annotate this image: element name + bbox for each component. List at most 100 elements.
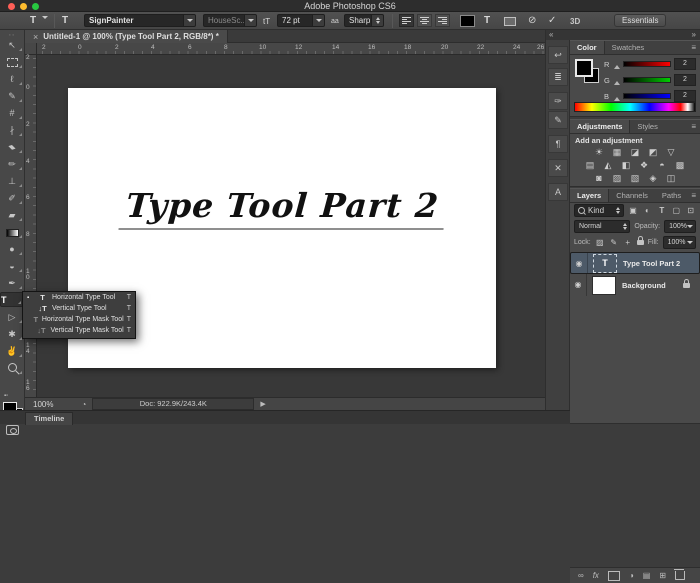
type-layer-thumbnail[interactable]: T — [593, 253, 617, 273]
new-group-icon[interactable]: ▤ — [643, 571, 651, 580]
delete-layer-icon[interactable] — [674, 569, 686, 580]
fill-field[interactable]: 100% — [662, 236, 696, 249]
warp-text-icon[interactable]: T — [484, 15, 490, 26]
eraser-tool[interactable]: ▰ — [0, 208, 24, 223]
slider-marker-icon[interactable] — [614, 62, 620, 69]
background-layer-thumbnail[interactable] — [592, 275, 616, 295]
menu-item-horizontal-type-tool[interactable]: ▪ T Horizontal Type Tool T — [23, 292, 135, 303]
lock-position-icon[interactable]: + — [623, 238, 633, 247]
healing-brush-tool[interactable]: ▰ — [0, 140, 24, 155]
tool-preset-icon[interactable]: T — [30, 15, 36, 26]
tab-styles[interactable]: Styles — [630, 120, 664, 133]
posterize-icon[interactable]: ▨ — [611, 173, 624, 184]
cancel-edits-icon[interactable]: ⊘ — [528, 15, 536, 26]
chevron-down-icon[interactable] — [183, 15, 195, 26]
tab-timeline[interactable]: Timeline — [25, 412, 74, 425]
red-slider[interactable] — [623, 61, 671, 67]
status-options-arrow-icon[interactable]: ▶ — [260, 400, 265, 408]
chevron-down-icon[interactable] — [244, 15, 256, 26]
lock-all-icon[interactable] — [636, 236, 644, 245]
channel-mixer-icon[interactable]: ◓ — [656, 160, 669, 171]
brush-tool[interactable]: ✏ — [0, 157, 24, 172]
updown-arrows-icon[interactable] — [371, 15, 383, 26]
threshold-icon[interactable]: ▧ — [629, 173, 642, 184]
path-selection-tool[interactable]: ▷ — [0, 310, 24, 325]
slider-marker-icon[interactable] — [614, 78, 620, 85]
gradient-tool[interactable] — [0, 225, 24, 240]
workspace-switcher[interactable]: Essentials — [614, 14, 667, 27]
layer-row-type-tool-part-2[interactable]: ◉ T Type Tool Part 2 — [570, 252, 700, 274]
history-panel-icon[interactable]: ↩ — [548, 46, 568, 64]
tab-swatches[interactable]: Swatches — [605, 41, 652, 54]
character-panel-icon[interactable]: A — [548, 183, 568, 201]
smart-object-filter-icon[interactable]: ⊡ — [686, 206, 696, 215]
layer-row-background[interactable]: ◉ Background — [570, 274, 700, 296]
font-family-select[interactable]: SignPainter — [84, 14, 196, 27]
brush-panel-icon[interactable]: ✑ — [548, 92, 568, 110]
blend-mode-select[interactable]: Normal — [574, 220, 631, 233]
dodge-tool[interactable]: ◒ — [0, 259, 24, 274]
text-color-swatch[interactable] — [460, 15, 475, 27]
anti-alias-select[interactable]: Sharp — [344, 14, 384, 27]
history-brush-tool[interactable]: ✐ — [0, 191, 24, 206]
new-layer-icon[interactable]: ⊞ — [659, 571, 666, 580]
canvas-viewport[interactable]: Type Tool Part 2 — [37, 55, 545, 397]
levels-icon[interactable]: ▦ — [611, 147, 624, 158]
quick-selection-tool[interactable]: ✎ — [0, 89, 24, 104]
crop-tool[interactable]: # — [0, 106, 24, 121]
brightness-contrast-icon[interactable]: ☀ — [593, 147, 606, 158]
commit-edits-icon[interactable]: ✓ — [548, 15, 556, 26]
blur-tool[interactable]: ● — [0, 242, 24, 257]
adjustment-layer-filter-icon[interactable]: ◐ — [642, 206, 652, 215]
zoom-tool[interactable] — [0, 361, 24, 376]
gradient-map-icon[interactable]: ◈ — [647, 173, 660, 184]
photo-filter-icon[interactable]: ❖ — [638, 160, 651, 171]
color-lookup-icon[interactable]: ▩ — [674, 160, 687, 171]
document-tab[interactable]: × Untitled-1 @ 100% (Type Tool Part 2, R… — [25, 30, 228, 43]
pixel-layer-filter-icon[interactable]: ▣ — [628, 206, 638, 215]
selective-color-icon[interactable]: ◫ — [665, 173, 678, 184]
tab-layers[interactable]: Layers — [570, 189, 610, 202]
zoom-level-field[interactable]: 100% — [33, 400, 53, 409]
vertical-ruler[interactable]: 2 0 2 4 6 8 1 0 1 2 1 4 1 6 — [25, 54, 37, 397]
font-size-select[interactable]: 72 pt — [277, 14, 325, 27]
hand-tool[interactable]: ✌ — [0, 344, 24, 359]
collapse-dock-icon[interactable]: » — [570, 30, 700, 40]
menu-item-vertical-type-tool[interactable]: ↓T Vertical Type Tool T — [23, 303, 135, 314]
close-tab-icon[interactable]: × — [33, 32, 38, 42]
tool-preset-dropdown[interactable] — [42, 16, 48, 31]
clone-stamp-tool[interactable]: ⊥ — [0, 174, 24, 189]
brush-presets-panel-icon[interactable]: ✎ — [548, 111, 568, 129]
color-panel-swatches[interactable] — [575, 59, 599, 83]
curves-icon[interactable]: ◪ — [629, 147, 642, 158]
default-colors-icon[interactable]: ▪▫ — [4, 393, 20, 401]
new-adjustment-layer-icon[interactable]: ◑ — [629, 571, 634, 580]
align-right-button[interactable] — [435, 14, 450, 27]
horizontal-ruler[interactable]: 2 0 2 4 6 8 10 12 14 16 18 20 22 24 26 — [37, 43, 545, 55]
tab-channels[interactable]: Channels — [609, 189, 655, 202]
layer-name[interactable]: Background — [622, 281, 683, 290]
properties-panel-icon[interactable]: ≣ — [548, 68, 568, 86]
tool-presets-panel-icon[interactable]: ✕ — [548, 159, 568, 177]
eye-icon[interactable]: ◉ — [571, 253, 588, 273]
tab-color[interactable]: Color — [570, 41, 605, 54]
rectangular-marquee-tool[interactable] — [0, 55, 24, 70]
green-slider[interactable] — [623, 77, 671, 83]
text-orientation-icon[interactable]: T — [62, 15, 68, 26]
panel-menu-icon[interactable]: ≡ — [691, 41, 700, 54]
layer-name[interactable]: Type Tool Part 2 — [623, 259, 699, 268]
3d-button[interactable]: 3D — [570, 17, 580, 26]
slider-marker-icon[interactable] — [614, 94, 620, 101]
align-left-button[interactable] — [399, 14, 414, 27]
quick-mask-icon[interactable] — [6, 425, 19, 435]
eyedropper-tool[interactable]: ∤ — [0, 123, 24, 138]
panel-menu-icon[interactable]: ≡ — [691, 120, 700, 133]
layer-style-icon[interactable]: fx — [593, 571, 599, 580]
blue-slider[interactable] — [623, 93, 671, 99]
color-balance-icon[interactable]: ◭ — [602, 160, 615, 171]
chevron-down-icon[interactable] — [312, 15, 324, 26]
red-value-field[interactable]: 2 — [674, 58, 696, 70]
menu-item-horizontal-type-mask-tool[interactable]: T Horizontal Type Mask Tool T — [23, 314, 135, 325]
move-tool[interactable]: ↖ — [0, 38, 24, 53]
menu-item-vertical-type-mask-tool[interactable]: ↓T Vertical Type Mask Tool T — [23, 325, 135, 336]
